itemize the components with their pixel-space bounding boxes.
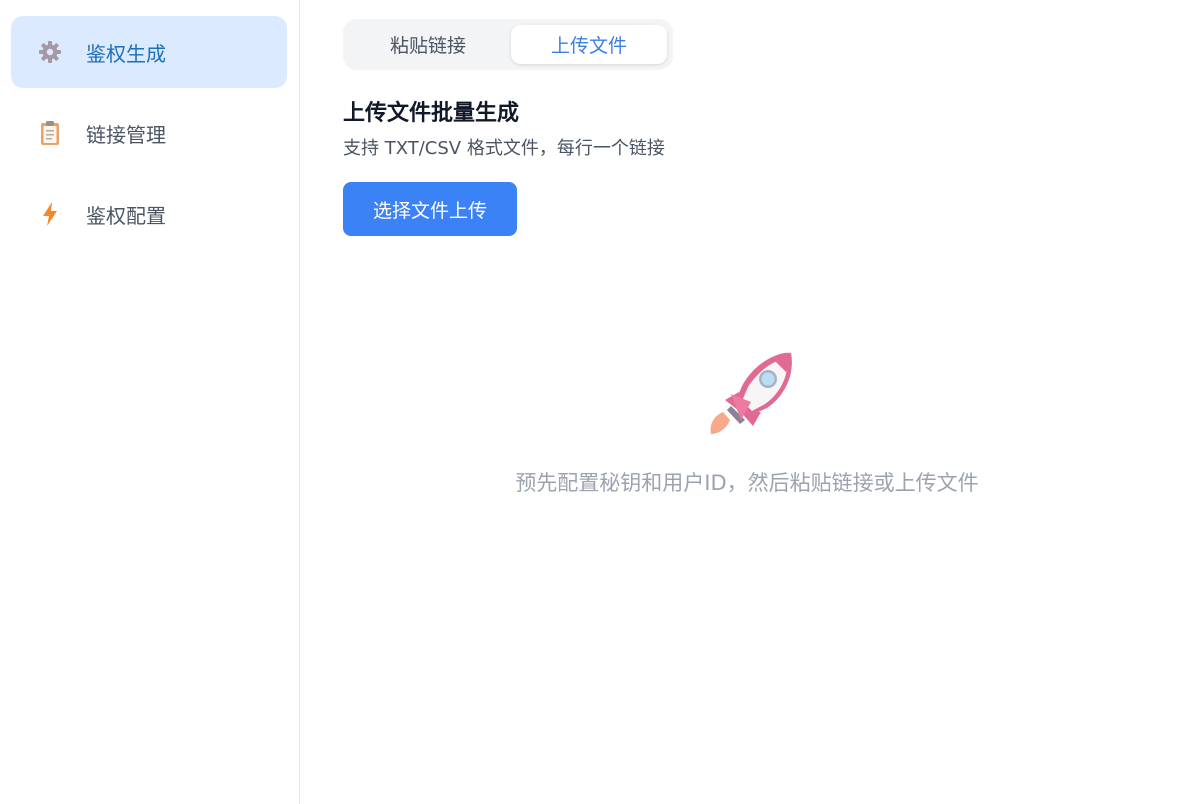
lightning-icon	[37, 201, 63, 227]
sidebar: 鉴权生成 链接管理 鉴权配置	[0, 0, 300, 804]
sidebar-item-label: 鉴权配置	[86, 203, 166, 228]
app-window: 鉴权生成 链接管理 鉴权配置 粘贴链接 上传文件 上传文件批量生成 支持 TXT…	[0, 0, 1193, 804]
tab-bar: 粘贴链接 上传文件	[343, 19, 673, 70]
sidebar-item-auth-generate[interactable]: 鉴权生成	[11, 16, 287, 88]
sidebar-item-auth-config[interactable]: 鉴权配置	[11, 178, 287, 250]
main-content: 粘贴链接 上传文件 上传文件批量生成 支持 TXT/CSV 格式文件，每行一个链…	[301, 0, 1193, 804]
sidebar-item-label: 链接管理	[86, 122, 166, 147]
select-file-upload-button[interactable]: 选择文件上传	[343, 182, 517, 236]
section-subtitle: 支持 TXT/CSV 格式文件，每行一个链接	[343, 138, 665, 159]
gear-icon	[37, 39, 63, 65]
sidebar-item-label: 鉴权生成	[86, 41, 166, 66]
tab-paste-link[interactable]: 粘贴链接	[349, 25, 507, 64]
empty-state-message: 预先配置秘钥和用户ID，然后粘贴链接或上传文件	[515, 471, 979, 495]
section-title: 上传文件批量生成	[343, 101, 520, 126]
clipboard-icon	[37, 120, 63, 146]
tab-upload-file[interactable]: 上传文件	[511, 25, 667, 64]
sidebar-item-link-management[interactable]: 链接管理	[11, 97, 287, 169]
rocket-icon	[703, 350, 797, 436]
